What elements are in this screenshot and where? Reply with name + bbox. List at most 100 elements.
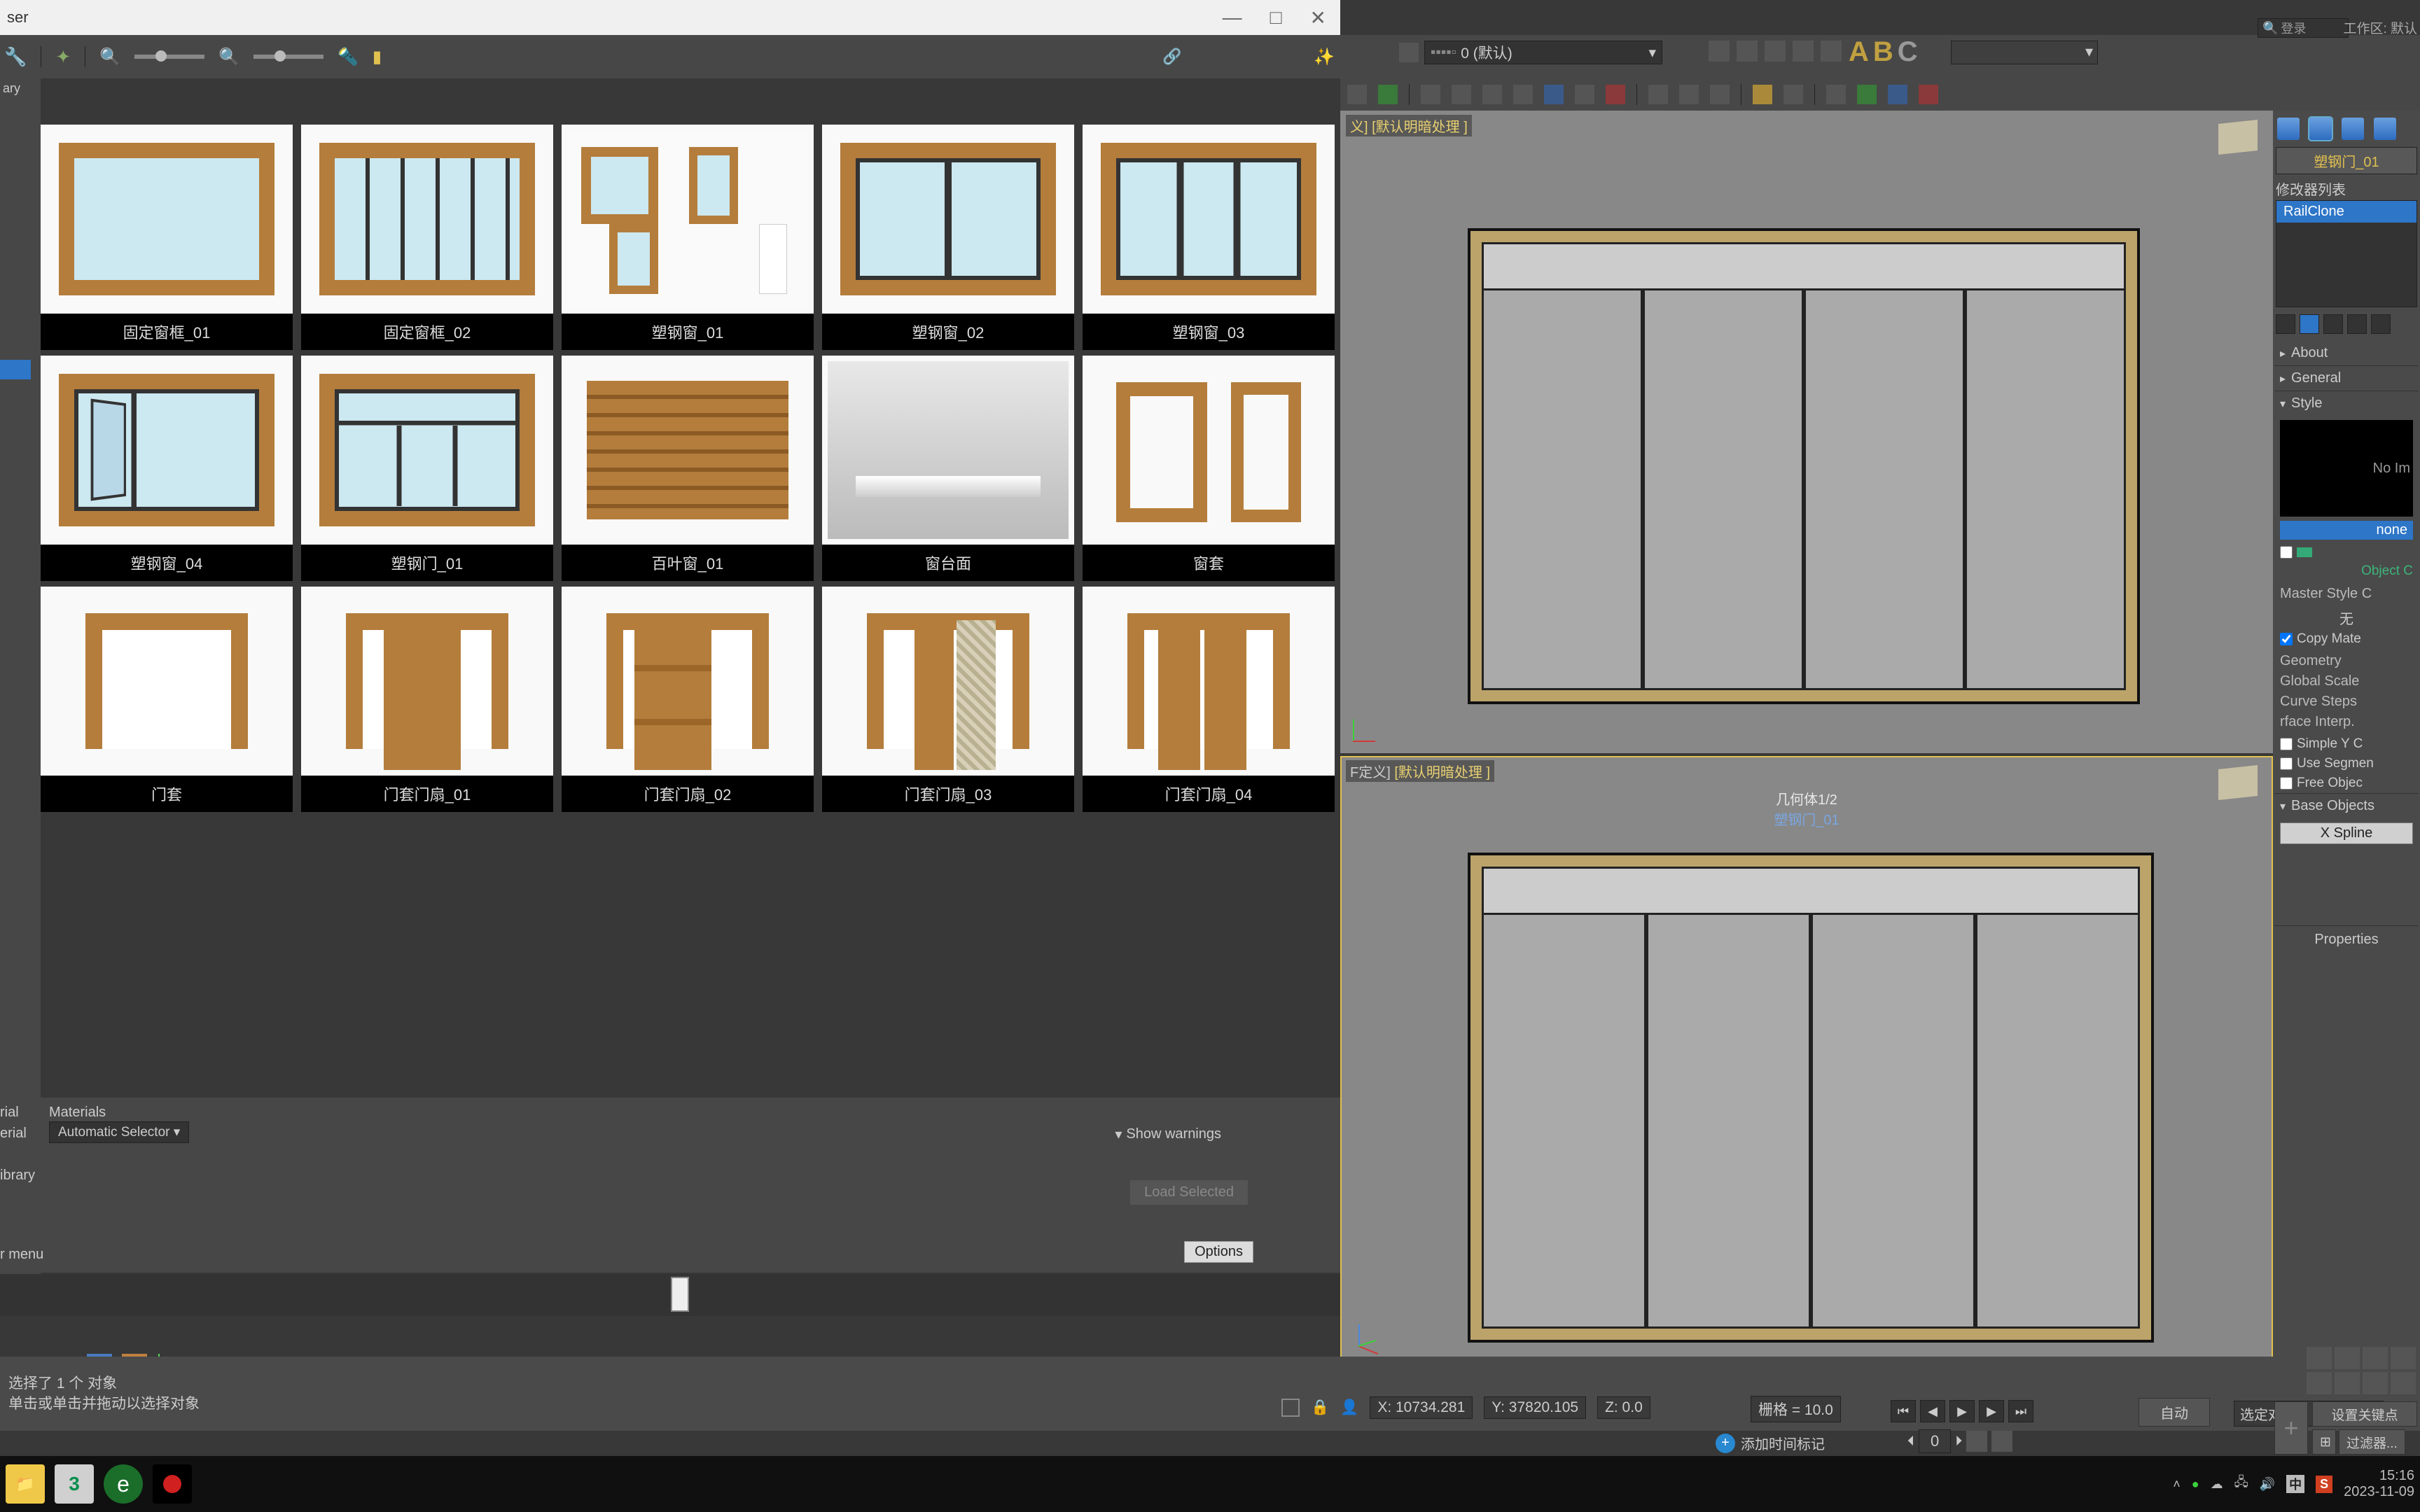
workspace-label[interactable]: 工作区: 默认 bbox=[2343, 18, 2417, 37]
stack-tool-4-icon[interactable] bbox=[2347, 314, 2367, 334]
zoom-icon[interactable] bbox=[2335, 1347, 2360, 1369]
stack-tool-5-icon[interactable] bbox=[2371, 314, 2391, 334]
viewport-label-1[interactable]: 义] [默认明暗处理 ] bbox=[1346, 115, 1472, 136]
asset-card[interactable]: 固定窗框_01 bbox=[41, 125, 293, 350]
goto-start-icon[interactable]: ⏮ bbox=[1891, 1400, 1916, 1422]
modify-tab-icon[interactable] bbox=[2309, 118, 2332, 140]
timeline-strip[interactable] bbox=[0, 1274, 1340, 1316]
show-warnings-toggle[interactable]: ▾Show warnings bbox=[1115, 1126, 1221, 1143]
pick-icon[interactable]: ✦ bbox=[55, 46, 71, 68]
nav-extra-icon[interactable] bbox=[2391, 1372, 2416, 1394]
minimize-icon[interactable]: — bbox=[1223, 6, 1242, 29]
layer-tool-1-icon[interactable] bbox=[1709, 41, 1730, 62]
asset-card[interactable]: 窗台面 bbox=[822, 356, 1074, 581]
browser-icon[interactable]: e bbox=[104, 1464, 143, 1504]
tb2-icon-14[interactable] bbox=[1783, 85, 1803, 104]
orbit-icon[interactable] bbox=[2307, 1372, 2332, 1394]
ime-indicator[interactable]: 中 bbox=[2286, 1475, 2304, 1493]
asset-card[interactable]: 固定窗框_02 bbox=[301, 125, 553, 350]
tb2-icon-10[interactable] bbox=[1648, 85, 1668, 104]
tb2-icon-4[interactable] bbox=[1452, 85, 1471, 104]
abc-buttons[interactable]: ABC bbox=[1849, 36, 1922, 68]
tb2-icon-3[interactable] bbox=[1421, 85, 1440, 104]
next-frame-icon[interactable]: ▶ bbox=[1979, 1400, 2004, 1422]
a-button[interactable]: A bbox=[1849, 36, 1873, 67]
tb2-icon-8[interactable] bbox=[1575, 85, 1594, 104]
viewport-label-2[interactable]: F定义] [默认明暗处理 ] bbox=[1346, 760, 1494, 782]
tb2-icon-9[interactable] bbox=[1606, 85, 1625, 104]
motion-tab-icon[interactable] bbox=[2374, 118, 2396, 140]
asset-card[interactable]: 门套门扇_03 bbox=[822, 587, 1074, 812]
layer-selector[interactable]: ▪▪▪▪▫ 0 (默认) ▾ bbox=[1424, 41, 1662, 64]
asset-card[interactable]: 门套 bbox=[41, 587, 293, 812]
layer-tool-2-icon[interactable] bbox=[1737, 41, 1758, 62]
taskbar-clock[interactable]: 15:16 2023-11-09 bbox=[2344, 1468, 2414, 1500]
close-icon[interactable]: ✕ bbox=[1310, 6, 1326, 29]
style-none-button[interactable]: none bbox=[2280, 521, 2413, 540]
library-tab-label[interactable]: ary bbox=[0, 78, 41, 99]
hierarchy-tab-icon[interactable] bbox=[2342, 118, 2364, 140]
asset-card[interactable]: 门套门扇_04 bbox=[1083, 587, 1335, 812]
asset-card[interactable]: 门套门扇_02 bbox=[562, 587, 814, 812]
zoom-slider-2[interactable] bbox=[253, 55, 324, 59]
tb2-icon-18[interactable] bbox=[1919, 85, 1938, 104]
zoom-slider-1[interactable] bbox=[134, 55, 204, 59]
sogou-ime-icon[interactable]: S bbox=[2316, 1476, 2332, 1493]
3dsmax-icon[interactable]: 3 bbox=[55, 1464, 94, 1504]
tb2-icon-1[interactable] bbox=[1347, 85, 1367, 104]
material-selector[interactable]: Automatic Selector ▾ bbox=[49, 1121, 189, 1143]
search-icon-2[interactable]: 🔍 bbox=[218, 47, 239, 67]
wand-icon[interactable]: ✨ bbox=[1314, 47, 1335, 67]
empty-dropdown[interactable]: ▾ bbox=[1951, 41, 2098, 64]
fov-icon[interactable] bbox=[2391, 1347, 2416, 1369]
link-icon[interactable]: 🔗 bbox=[1162, 48, 1181, 66]
tb2-icon-15[interactable] bbox=[1826, 85, 1846, 104]
tb2-icon-7[interactable] bbox=[1544, 85, 1564, 104]
tray-cloud-icon[interactable]: ☁ bbox=[2211, 1477, 2223, 1492]
asset-card[interactable]: 塑钢窗_04 bbox=[41, 356, 293, 581]
tray-status-icon[interactable]: ● bbox=[2192, 1477, 2199, 1492]
add-time-tag[interactable]: + 添加时间标记 bbox=[1716, 1433, 1825, 1453]
tb2-icon-12[interactable] bbox=[1710, 85, 1730, 104]
asset-card[interactable]: 门套门扇_01 bbox=[301, 587, 553, 812]
pan-icon[interactable] bbox=[2307, 1347, 2332, 1369]
b-button[interactable]: B bbox=[1873, 36, 1898, 67]
key-filter-1-icon[interactable]: ⊞ bbox=[2312, 1429, 2336, 1455]
battery-icon[interactable]: ▮ bbox=[373, 47, 382, 67]
options-button[interactable]: Options bbox=[1184, 1241, 1253, 1263]
tb2-icon-6[interactable] bbox=[1513, 85, 1533, 104]
zoom-extents-icon[interactable] bbox=[2363, 1347, 2388, 1369]
use-seg-check[interactable]: Use Segmen bbox=[2274, 754, 2419, 774]
modifier-stack[interactable]: RailClone bbox=[2276, 200, 2417, 307]
frame-field[interactable]: 0 bbox=[1919, 1429, 1951, 1453]
key-filter-button[interactable]: 过滤器... bbox=[2339, 1429, 2405, 1455]
tray-network-icon[interactable]: 🖧 bbox=[2234, 1474, 2248, 1494]
asset-card[interactable]: 塑钢窗_01 bbox=[562, 125, 814, 350]
timeline-marker[interactable] bbox=[671, 1277, 689, 1312]
create-tab-icon[interactable] bbox=[2277, 118, 2300, 140]
rollout-about[interactable]: About bbox=[2274, 341, 2419, 365]
master-style-none[interactable]: 无 bbox=[2274, 606, 2419, 629]
style-checkbox-row[interactable] bbox=[2274, 544, 2419, 561]
asset-card[interactable]: 百叶窗_01 bbox=[562, 356, 814, 581]
layer-tool-5-icon[interactable] bbox=[1821, 41, 1842, 62]
tb2-icon-13[interactable] bbox=[1753, 85, 1772, 104]
simple-y-check[interactable]: Simple Y C bbox=[2274, 734, 2419, 754]
pin-icon[interactable] bbox=[2276, 314, 2295, 334]
tb2-icon-11[interactable] bbox=[1679, 85, 1699, 104]
coord-x[interactable]: X: 10734.281 bbox=[1370, 1396, 1473, 1419]
viewport-top[interactable]: 义] [默认明暗处理 ] bbox=[1340, 111, 2273, 753]
copy-mat-check[interactable]: Copy Mate bbox=[2274, 629, 2419, 649]
set-key-plus-icon[interactable]: + bbox=[2274, 1401, 2308, 1455]
show-end-result-icon[interactable] bbox=[2300, 314, 2319, 334]
auto-key-button[interactable]: 自动 bbox=[2139, 1398, 2210, 1427]
asset-card[interactable]: 塑钢窗_02 bbox=[822, 125, 1074, 350]
object-name-field[interactable]: 塑钢门_01 bbox=[2276, 147, 2417, 174]
rollout-style[interactable]: Style bbox=[2274, 391, 2419, 416]
walk-icon[interactable] bbox=[2335, 1372, 2360, 1394]
layer-tool-3-icon[interactable] bbox=[1765, 41, 1786, 62]
login-search[interactable]: 🔍 🔍 登录 登录 bbox=[2258, 18, 2349, 38]
wrench-icon[interactable]: 🔧 bbox=[4, 46, 27, 68]
person-icon[interactable]: 👤 bbox=[1340, 1399, 1358, 1416]
nudge-extra-icon[interactable] bbox=[1966, 1431, 1987, 1452]
